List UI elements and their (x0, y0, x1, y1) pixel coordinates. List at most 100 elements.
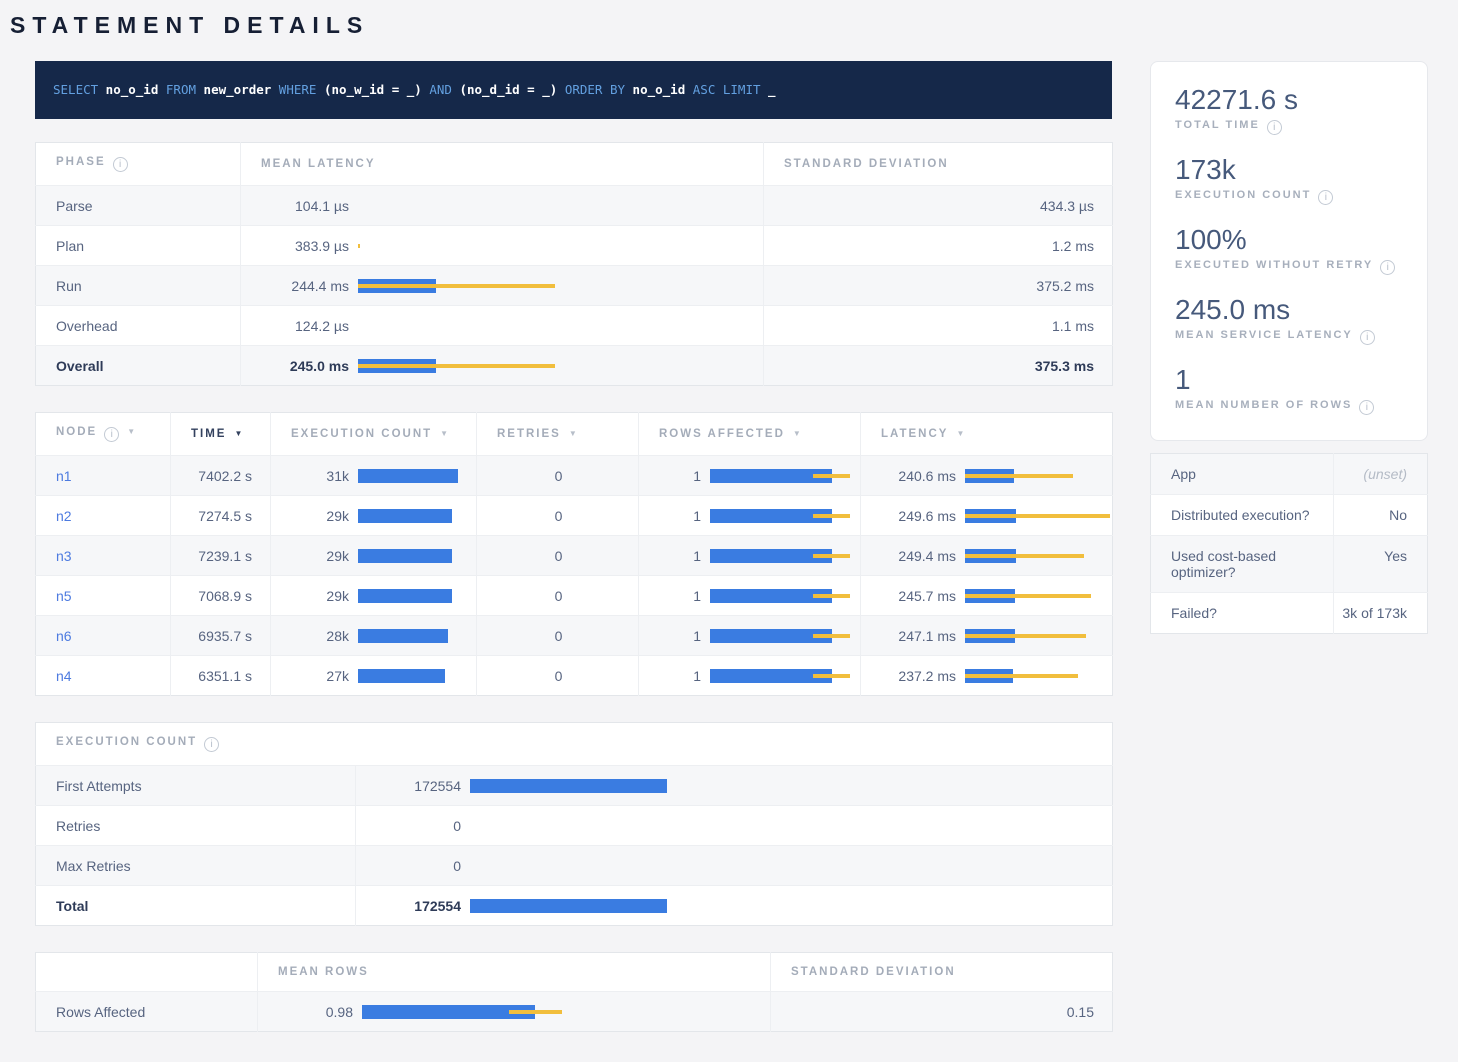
node-table-header-rows-affected[interactable]: ROWS AFFECTED ▼ (639, 413, 861, 456)
node-cell: n1 (36, 456, 171, 496)
bar-cell: 104.1 µs (241, 186, 764, 226)
stat-value: 245.0 ms (1175, 294, 1403, 326)
mean-bar (470, 779, 667, 793)
page-title: STATEMENT DETAILS (10, 12, 1458, 39)
info-icon[interactable]: i (1267, 120, 1282, 135)
info-icon[interactable]: i (1360, 330, 1375, 345)
std-dev-whisker (813, 514, 850, 518)
bar-cell: 172554 (356, 766, 1113, 806)
phase-row: Parse104.1 µs434.3 µs (36, 186, 1113, 226)
node-table-header-latency[interactable]: LATENCY▼ (861, 413, 1113, 456)
sql-keyword: ORDER (557, 82, 602, 97)
latency-bar (358, 629, 458, 643)
latency-value: 237.2 ms (881, 668, 956, 684)
std-dev-value: 375.2 ms (764, 266, 1113, 306)
sort-arrow-icon: ▼ (234, 429, 244, 438)
stat-value: 42271.6 s (1175, 84, 1403, 116)
phase-name: Plan (36, 226, 241, 266)
latency-bar (358, 239, 555, 253)
latency-bar (358, 319, 555, 333)
header-label: NODE (56, 426, 97, 438)
bar-cell: 247.1 ms (861, 616, 1113, 656)
sql-identifier: no_o_id (98, 82, 158, 97)
mean-latency-value: 104.1 µs (261, 198, 349, 214)
node-table-header-execution-count[interactable]: EXECUTION COUNT▼ (271, 413, 477, 456)
retries-value: 0 (477, 576, 639, 616)
node-cell: n2 (36, 496, 171, 536)
detail-row: Distributed execution?No (1151, 495, 1428, 536)
std-dev-whisker (965, 514, 1110, 518)
latency-bar (470, 819, 667, 833)
stat-label: MEAN NUMBER OF ROWSi (1175, 399, 1403, 415)
bar-cell: 240.6 ms (861, 456, 1113, 496)
node-link[interactable]: n5 (56, 588, 72, 604)
sql-keyword: WHERE (271, 82, 316, 97)
sql-keyword: BY (602, 82, 625, 97)
detail-label: Distributed execution? (1151, 495, 1334, 536)
rows-affected-value: 1 (659, 468, 701, 484)
latency-value: 249.6 ms (881, 508, 956, 524)
latency-bar (358, 669, 458, 683)
execution-count-value: 28k (291, 628, 349, 644)
mean-latency-header: MEAN LATENCY (241, 143, 764, 186)
mean-bar (470, 899, 667, 913)
info-icon[interactable]: i (1380, 260, 1395, 275)
info-icon[interactable]: i (204, 737, 219, 752)
node-link[interactable]: n2 (56, 508, 72, 524)
detail-row: App(unset) (1151, 454, 1428, 495)
std-dev-whisker (965, 674, 1078, 678)
detail-label: Used cost-based optimizer? (1151, 536, 1334, 593)
sql-identifier: = (384, 82, 399, 97)
bar-cell: 29k (271, 536, 477, 576)
node-cell: n6 (36, 616, 171, 656)
sql-identifier: (no_w_id (316, 82, 384, 97)
node-link[interactable]: n4 (56, 668, 72, 684)
sort-arrow-icon: ▼ (793, 429, 803, 438)
node-link[interactable]: n6 (56, 628, 72, 644)
header-label: ROWS AFFECTED (659, 428, 785, 440)
table-row: First Attempts172554 (36, 766, 1113, 806)
rows-affected-value: 1 (659, 628, 701, 644)
summary-stat: 245.0 msMEAN SERVICE LATENCYi (1175, 294, 1403, 345)
std-dev-whisker (358, 364, 555, 368)
bar-cell: 172554 (356, 886, 1113, 926)
latency-bar (358, 279, 555, 293)
info-icon[interactable]: i (113, 157, 128, 172)
stat-value: 100% (1175, 224, 1403, 256)
node-table-header-time[interactable]: TIME▼ (171, 413, 271, 456)
latency-bar (358, 509, 458, 523)
detail-value: Yes (1333, 536, 1427, 593)
node-link[interactable]: n1 (56, 468, 72, 484)
execution-count-value: 0 (376, 818, 461, 834)
bar-cell: 31k (271, 456, 477, 496)
statement-sql: SELECT no_o_id FROM new_order WHERE (no_… (35, 61, 1112, 119)
rows-affected-label: Rows Affected (36, 992, 258, 1032)
detail-row: Used cost-based optimizer?Yes (1151, 536, 1428, 593)
latency-bar (358, 469, 458, 483)
detail-row: Failed?3k of 173k (1151, 593, 1428, 634)
info-icon[interactable]: i (1359, 400, 1374, 415)
bar-cell: 249.4 ms (861, 536, 1113, 576)
info-icon[interactable]: i (104, 427, 119, 442)
sql-keyword: SELECT (53, 82, 98, 97)
std-dev-whisker (813, 554, 850, 558)
latency-bar (965, 589, 1110, 603)
execution-count-header-label: EXECUTION COUNT (56, 736, 197, 748)
table-row: n37239.1 s29k01249.4 ms (36, 536, 1113, 576)
latency-bar (710, 589, 850, 603)
phase-row: Run244.4 ms375.2 ms (36, 266, 1113, 306)
sql-identifier: = (520, 82, 535, 97)
info-icon[interactable]: i (1318, 190, 1333, 205)
node-cell: n5 (36, 576, 171, 616)
sort-arrow-icon: ▼ (440, 429, 450, 438)
stat-value: 173k (1175, 154, 1403, 186)
node-table-header-retries[interactable]: RETRIES▼ (477, 413, 639, 456)
phase-table: PHASEi MEAN LATENCY STANDARD DEVIATION P… (35, 142, 1113, 386)
main-column: SELECT no_o_id FROM new_order WHERE (no_… (35, 61, 1112, 1032)
node-link[interactable]: n3 (56, 548, 72, 564)
latency-bar (710, 629, 850, 643)
table-row: Total172554 (36, 886, 1113, 926)
detail-value: (unset) (1333, 454, 1427, 495)
bar-cell: 244.4 ms (241, 266, 764, 306)
node-table-header-node[interactable]: NODEi▼ (36, 413, 171, 456)
